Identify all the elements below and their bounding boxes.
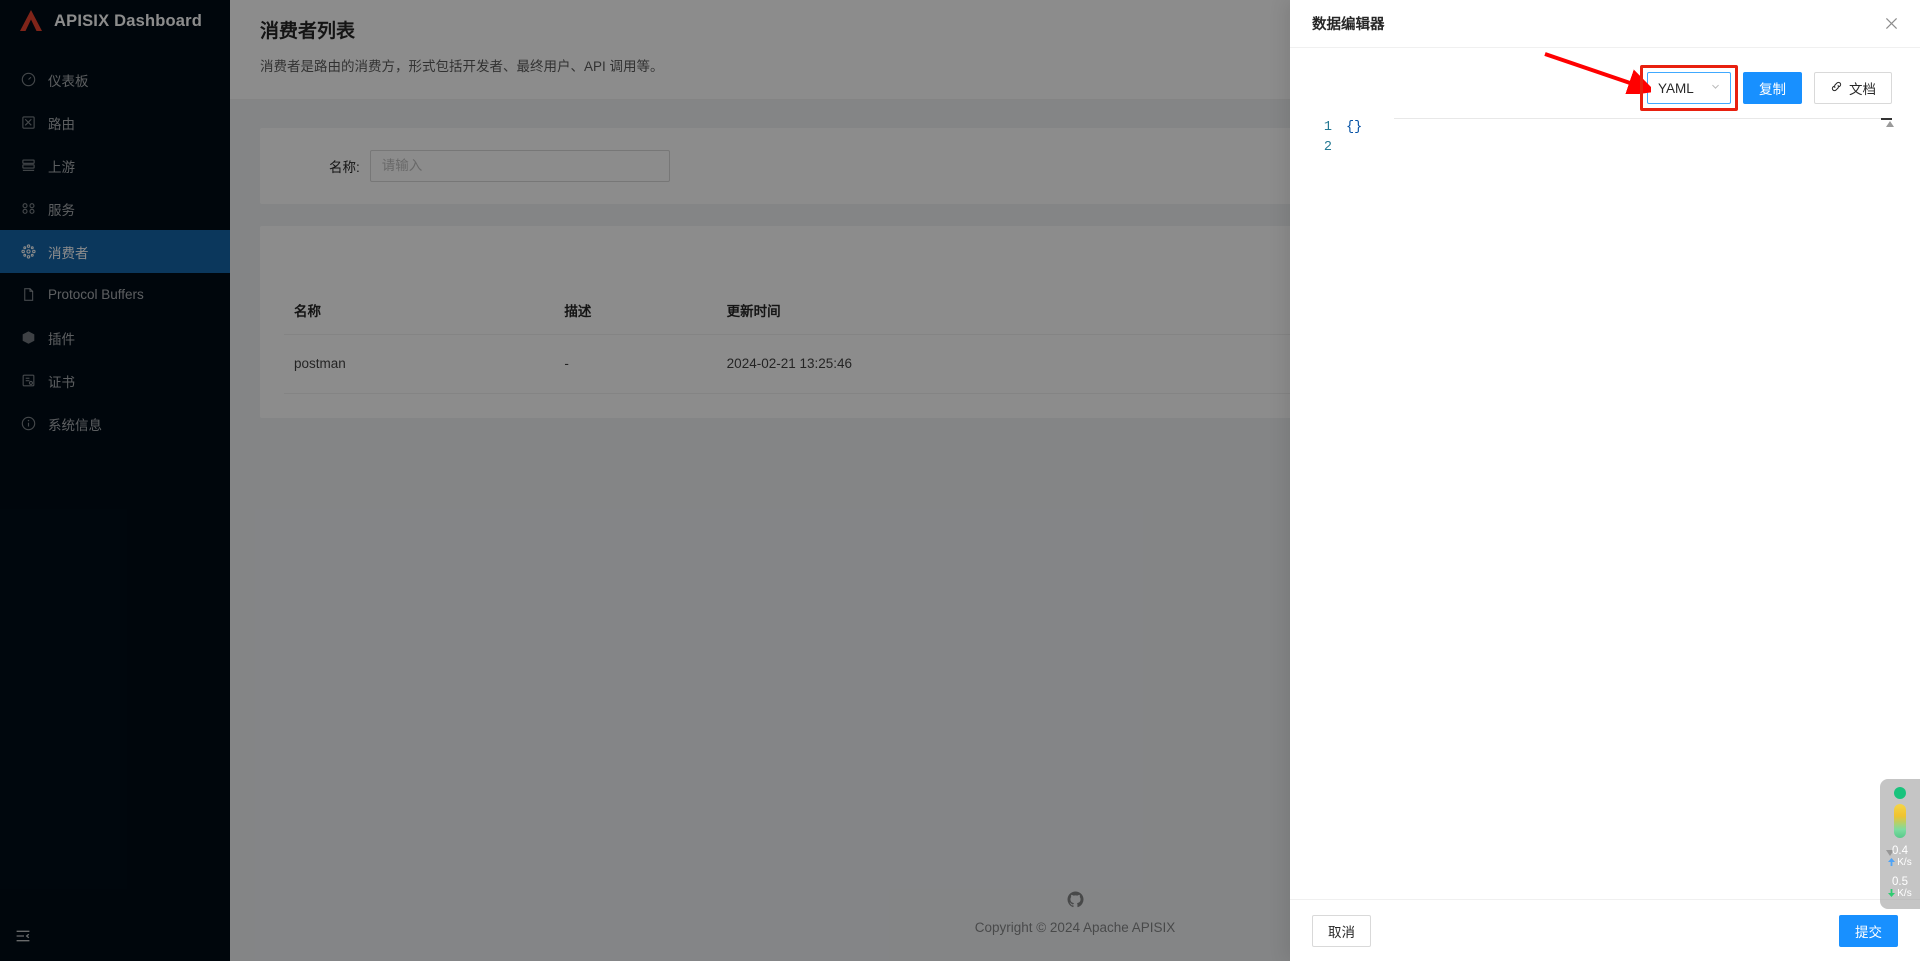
download-stat: 0.5 K/s [1888, 876, 1911, 900]
line-content: {} [1346, 118, 1898, 138]
doc-button-label: 文档 [1849, 78, 1876, 98]
down-arrow-icon [1888, 888, 1895, 900]
editor-scrollbar[interactable] [1885, 118, 1895, 858]
download-unit-row: K/s [1888, 888, 1911, 900]
line-text: {} [1346, 120, 1362, 135]
download-value: 0.5 [1892, 876, 1908, 888]
code-line: 1 {} [1312, 118, 1898, 138]
close-icon[interactable] [1880, 13, 1902, 35]
format-select-wrap: YAML [1647, 72, 1731, 104]
upload-unit: K/s [1897, 857, 1911, 869]
link-icon [1830, 80, 1843, 96]
network-speed-widget[interactable]: 0.4 K/s 0.5 K/s [1880, 779, 1920, 909]
cancel-button[interactable]: 取消 [1312, 915, 1371, 947]
app-root: APISIX Dashboard 仪表板 路由 [0, 0, 1920, 961]
doc-button[interactable]: 文档 [1814, 72, 1892, 104]
drawer-header: 数据编辑器 [1290, 0, 1920, 48]
editor-toolbar: YAML 复制 [1312, 72, 1898, 104]
up-arrow-icon [1888, 857, 1895, 869]
drawer-body: YAML 复制 [1290, 48, 1920, 899]
annotation-arrow-icon [1539, 48, 1651, 99]
code-line: 2 [1312, 138, 1898, 158]
upload-value: 0.4 [1892, 845, 1908, 857]
copy-button[interactable]: 复制 [1743, 72, 1802, 104]
drawer-title: 数据编辑器 [1312, 13, 1385, 34]
speed-gauge-bar [1894, 804, 1906, 838]
upload-unit-row: K/s [1888, 857, 1911, 869]
data-editor-drawer: 数据编辑器 [1290, 0, 1920, 961]
download-unit: K/s [1897, 888, 1911, 900]
format-select-value: YAML [1658, 81, 1694, 96]
line-number: 1 [1312, 118, 1346, 138]
status-dot-icon [1894, 787, 1906, 799]
line-number: 2 [1312, 138, 1346, 158]
code-editor[interactable]: 1 {} 2 [1312, 118, 1898, 858]
scroll-up-icon[interactable] [1885, 118, 1895, 129]
upload-stat: 0.4 K/s [1888, 845, 1911, 869]
format-select[interactable]: YAML [1647, 72, 1731, 104]
chevron-down-icon [1711, 82, 1720, 94]
submit-button[interactable]: 提交 [1839, 915, 1898, 947]
line-underline [1394, 118, 1890, 119]
drawer-footer: 取消 提交 [1290, 899, 1920, 961]
